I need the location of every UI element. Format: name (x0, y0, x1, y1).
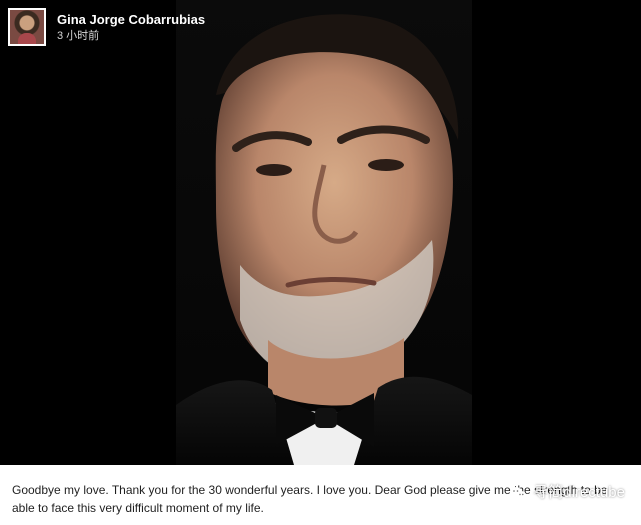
portrait-illustration (176, 14, 472, 465)
post-header: Gina Jorge Cobarrubias 3 小时前 (8, 8, 205, 46)
post-photo[interactable] (176, 0, 472, 465)
watermark: 寻简directube (509, 484, 625, 502)
post-meta: Gina Jorge Cobarrubias 3 小时前 (57, 8, 205, 43)
avatar[interactable] (8, 8, 46, 46)
author-name[interactable]: Gina Jorge Cobarrubias (57, 12, 205, 27)
wechat-icon (510, 487, 527, 499)
post-media: Gina Jorge Cobarrubias 3 小时前 (0, 0, 641, 465)
post-timestamp[interactable]: 3 小时前 (57, 30, 205, 43)
watermark-text: 寻简directube (533, 484, 625, 501)
